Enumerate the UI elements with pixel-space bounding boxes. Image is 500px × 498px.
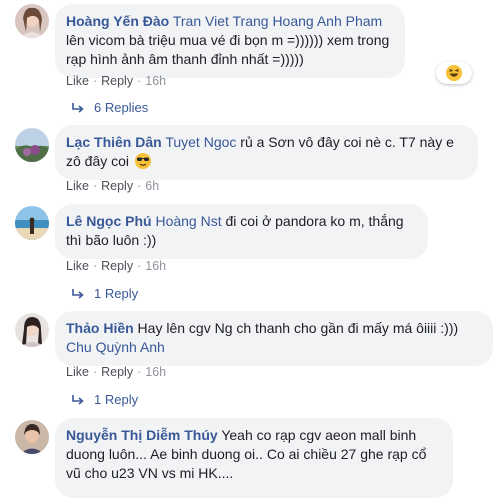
tagged-users[interactable]: Hoàng Nst [155,213,221,229]
view-replies-link[interactable]: 1 Reply [72,286,138,301]
replies-count: 1 Reply [94,392,139,407]
reply-link[interactable]: Reply [101,259,133,273]
comment-actions: Like · Reply · 6h [66,179,160,193]
comment-actions: Like · Reply · 16h [66,259,167,273]
avatar[interactable] [15,313,49,347]
comment-actions: Like · Reply · 16h [66,365,167,379]
comment-author[interactable]: Thảo Hiền [66,320,134,336]
replies-count: 6 Replies [94,100,149,115]
reply-arrow-icon [72,394,84,405]
like-link[interactable]: Like [66,365,89,379]
reply-link[interactable]: Reply [101,365,133,379]
like-link[interactable]: Like [66,259,89,273]
like-link[interactable]: Like [66,179,89,193]
comment-text: Hay lên cgv Ng ch thanh cho gần đi mấy m… [133,320,459,336]
comment-time[interactable]: 16h [145,259,166,273]
reaction-badge[interactable] [436,62,472,84]
comment-bubble: Hoàng Yến Đào Tran Viet Trang Hoang Anh … [55,4,405,78]
comment-author[interactable]: Lê Ngọc Phú [66,213,152,229]
reply-arrow-icon [72,102,84,113]
comment-time[interactable]: 16h [145,365,166,379]
reply-link[interactable]: Reply [101,74,133,88]
reply-arrow-icon [72,288,84,299]
tagged-users[interactable]: Tran Viet Trang Hoang Anh Pham [173,13,382,29]
comment-text: lên vicom bà triệu mua vé đi bọn m =))))… [66,32,390,67]
comment-author[interactable]: Lạc Thiên Dân [66,134,162,150]
view-replies-link[interactable]: 1 Reply [72,392,138,407]
replies-count: 1 Reply [94,286,139,301]
comment-bubble: Thảo Hiền Hay lên cgv Ng ch thanh cho gầ… [55,311,493,366]
like-link[interactable]: Like [66,74,89,88]
comment-bubble: Lê Ngọc Phú Hoàng Nst đi coi ở pandora k… [55,204,428,259]
avatar[interactable] [15,4,49,38]
laughing-emoji-icon [446,65,462,81]
comment-time[interactable]: 6h [145,179,159,193]
comment-bubble: Nguyễn Thị Diễm Thúy Yeah co rạp cgv aeo… [55,418,453,498]
sunglasses-emoji-icon [134,153,151,169]
tagged-users[interactable]: Chu Quỳnh Anh [66,339,165,355]
avatar[interactable] [15,206,49,240]
reply-link[interactable]: Reply [101,179,133,193]
tagged-users[interactable]: Tuyet Ngoc [165,134,236,150]
comment-time[interactable]: 16h [145,74,166,88]
comment-bubble: Lạc Thiên Dân Tuyet Ngoc rủ a Sơn vô đây… [55,125,478,180]
comment-actions: Like · Reply · 16h [66,74,167,88]
comment-author[interactable]: Hoàng Yến Đào [66,13,169,29]
avatar[interactable] [15,128,49,162]
view-replies-link[interactable]: 6 Replies [72,100,148,115]
comment-author[interactable]: Nguyễn Thị Diễm Thúy [66,427,218,443]
avatar[interactable] [15,420,49,454]
